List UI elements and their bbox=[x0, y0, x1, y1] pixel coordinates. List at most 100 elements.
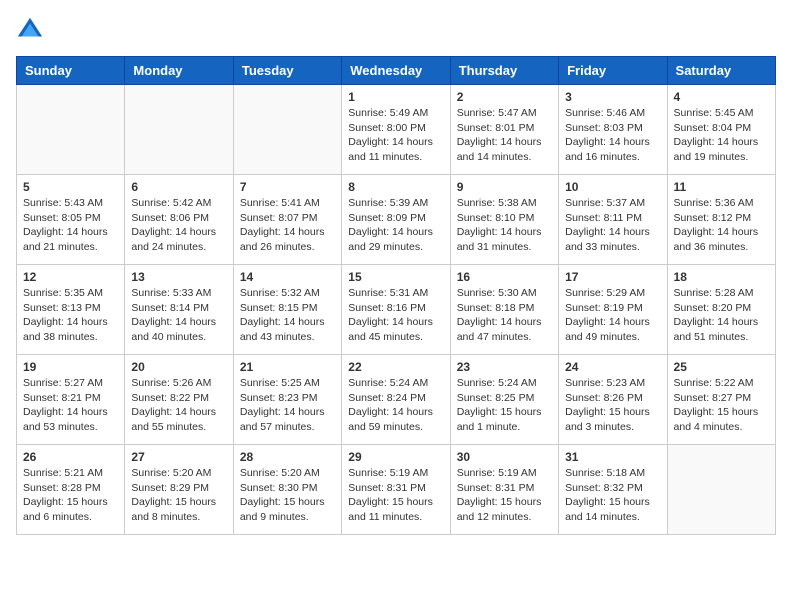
day-info: Sunrise: 5:24 AMSunset: 8:25 PMDaylight:… bbox=[457, 376, 552, 435]
logo-icon bbox=[16, 16, 44, 44]
calendar-row: 26 Sunrise: 5:21 AMSunset: 8:28 PMDayligh… bbox=[17, 445, 776, 535]
calendar-cell bbox=[667, 445, 775, 535]
day-number: 31 bbox=[565, 450, 660, 464]
day-number: 13 bbox=[131, 270, 226, 284]
day-info: Sunrise: 5:36 AMSunset: 8:12 PMDaylight:… bbox=[674, 196, 769, 255]
day-info: Sunrise: 5:18 AMSunset: 8:32 PMDaylight:… bbox=[565, 466, 660, 525]
day-info: Sunrise: 5:49 AMSunset: 8:00 PMDaylight:… bbox=[348, 106, 443, 165]
day-number: 17 bbox=[565, 270, 660, 284]
day-info: Sunrise: 5:38 AMSunset: 8:10 PMDaylight:… bbox=[457, 196, 552, 255]
day-number: 6 bbox=[131, 180, 226, 194]
day-info: Sunrise: 5:45 AMSunset: 8:04 PMDaylight:… bbox=[674, 106, 769, 165]
weekday-header-friday: Friday bbox=[559, 57, 667, 85]
calendar-cell: 2Sunrise: 5:47 AMSunset: 8:01 PMDaylight… bbox=[450, 85, 558, 175]
calendar-cell: 8 Sunrise: 5:39 AMSunset: 8:09 PMDaylight… bbox=[342, 175, 450, 265]
day-number: 12 bbox=[23, 270, 118, 284]
day-info: Sunrise: 5:35 AMSunset: 8:13 PMDaylight:… bbox=[23, 286, 118, 345]
day-info: Sunrise: 5:26 AMSunset: 8:22 PMDaylight:… bbox=[131, 376, 226, 435]
day-number: 9 bbox=[457, 180, 552, 194]
day-number: 25 bbox=[674, 360, 769, 374]
weekday-header-tuesday: Tuesday bbox=[233, 57, 341, 85]
day-number: 22 bbox=[348, 360, 443, 374]
calendar-cell: 12 Sunrise: 5:35 AMSunset: 8:13 PMDayligh… bbox=[17, 265, 125, 355]
calendar-row: 5Sunrise: 5:43 AMSunset: 8:05 PMDaylight… bbox=[17, 175, 776, 265]
day-number: 24 bbox=[565, 360, 660, 374]
day-info: Sunrise: 5:41 AMSunset: 8:07 PMDaylight:… bbox=[240, 196, 335, 255]
day-number: 21 bbox=[240, 360, 335, 374]
calendar-cell: 15 Sunrise: 5:31 AMSunset: 8:16 PMDayligh… bbox=[342, 265, 450, 355]
day-info: Sunrise: 5:19 AMSunset: 8:31 PMDaylight:… bbox=[457, 466, 552, 525]
day-number: 30 bbox=[457, 450, 552, 464]
day-info: Sunrise: 5:20 AMSunset: 8:30 PMDaylight:… bbox=[240, 466, 335, 525]
calendar-cell: 16 Sunrise: 5:30 AMSunset: 8:18 PMDayligh… bbox=[450, 265, 558, 355]
day-info: Sunrise: 5:42 AMSunset: 8:06 PMDaylight:… bbox=[131, 196, 226, 255]
calendar-cell: 6 Sunrise: 5:42 AMSunset: 8:06 PMDaylight… bbox=[125, 175, 233, 265]
calendar-cell: 10 Sunrise: 5:37 AMSunset: 8:11 PMDayligh… bbox=[559, 175, 667, 265]
calendar-cell: 11 Sunrise: 5:36 AMSunset: 8:12 PMDayligh… bbox=[667, 175, 775, 265]
day-info: Sunrise: 5:39 AMSunset: 8:09 PMDaylight:… bbox=[348, 196, 443, 255]
calendar-cell: 1 Sunrise: 5:49 AMSunset: 8:00 PMDaylight… bbox=[342, 85, 450, 175]
logo bbox=[16, 16, 46, 44]
calendar-row: 12 Sunrise: 5:35 AMSunset: 8:13 PMDayligh… bbox=[17, 265, 776, 355]
calendar-cell: 22Sunrise: 5:24 AMSunset: 8:24 PMDayligh… bbox=[342, 355, 450, 445]
weekday-header-sunday: Sunday bbox=[17, 57, 125, 85]
calendar-cell: 27Sunrise: 5:20 AMSunset: 8:29 PMDayligh… bbox=[125, 445, 233, 535]
day-number: 29 bbox=[348, 450, 443, 464]
day-number: 8 bbox=[348, 180, 443, 194]
day-number: 15 bbox=[348, 270, 443, 284]
day-number: 20 bbox=[131, 360, 226, 374]
day-info: Sunrise: 5:25 AMSunset: 8:23 PMDaylight:… bbox=[240, 376, 335, 435]
weekday-header-wednesday: Wednesday bbox=[342, 57, 450, 85]
day-info: Sunrise: 5:32 AMSunset: 8:15 PMDaylight:… bbox=[240, 286, 335, 345]
day-number: 26 bbox=[23, 450, 118, 464]
calendar-cell: 28 Sunrise: 5:20 AMSunset: 8:30 PMDayligh… bbox=[233, 445, 341, 535]
calendar-cell: 5Sunrise: 5:43 AMSunset: 8:05 PMDaylight… bbox=[17, 175, 125, 265]
day-info: Sunrise: 5:33 AMSunset: 8:14 PMDaylight:… bbox=[131, 286, 226, 345]
day-info: Sunrise: 5:19 AMSunset: 8:31 PMDaylight:… bbox=[348, 466, 443, 525]
calendar-cell: 21 Sunrise: 5:25 AMSunset: 8:23 PMDayligh… bbox=[233, 355, 341, 445]
day-number: 14 bbox=[240, 270, 335, 284]
day-info: Sunrise: 5:22 AMSunset: 8:27 PMDaylight:… bbox=[674, 376, 769, 435]
day-number: 10 bbox=[565, 180, 660, 194]
day-info: Sunrise: 5:20 AMSunset: 8:29 PMDaylight:… bbox=[131, 466, 226, 525]
day-info: Sunrise: 5:43 AMSunset: 8:05 PMDaylight:… bbox=[23, 196, 118, 255]
calendar-cell: 24Sunrise: 5:23 AMSunset: 8:26 PMDayligh… bbox=[559, 355, 667, 445]
page-header bbox=[16, 16, 776, 44]
calendar-cell: 3 Sunrise: 5:46 AMSunset: 8:03 PMDaylight… bbox=[559, 85, 667, 175]
weekday-header-monday: Monday bbox=[125, 57, 233, 85]
calendar-cell: 17Sunrise: 5:29 AMSunset: 8:19 PMDayligh… bbox=[559, 265, 667, 355]
calendar-cell: 20 Sunrise: 5:26 AMSunset: 8:22 PMDayligh… bbox=[125, 355, 233, 445]
day-number: 16 bbox=[457, 270, 552, 284]
calendar-cell: 13 Sunrise: 5:33 AMSunset: 8:14 PMDayligh… bbox=[125, 265, 233, 355]
day-number: 3 bbox=[565, 90, 660, 104]
calendar-cell: 29 Sunrise: 5:19 AMSunset: 8:31 PMDayligh… bbox=[342, 445, 450, 535]
weekday-header-saturday: Saturday bbox=[667, 57, 775, 85]
calendar-cell: 26 Sunrise: 5:21 AMSunset: 8:28 PMDayligh… bbox=[17, 445, 125, 535]
day-info: Sunrise: 5:31 AMSunset: 8:16 PMDaylight:… bbox=[348, 286, 443, 345]
calendar-cell: 31 Sunrise: 5:18 AMSunset: 8:32 PMDayligh… bbox=[559, 445, 667, 535]
calendar-row: 19 Sunrise: 5:27 AMSunset: 8:21 PMDayligh… bbox=[17, 355, 776, 445]
weekday-header-thursday: Thursday bbox=[450, 57, 558, 85]
day-info: Sunrise: 5:46 AMSunset: 8:03 PMDaylight:… bbox=[565, 106, 660, 165]
calendar-table: SundayMondayTuesdayWednesdayThursdayFrid… bbox=[16, 56, 776, 535]
calendar-cell bbox=[17, 85, 125, 175]
day-info: Sunrise: 5:27 AMSunset: 8:21 PMDaylight:… bbox=[23, 376, 118, 435]
calendar-cell: 25 Sunrise: 5:22 AMSunset: 8:27 PMDayligh… bbox=[667, 355, 775, 445]
calendar-row: 1 Sunrise: 5:49 AMSunset: 8:00 PMDaylight… bbox=[17, 85, 776, 175]
day-number: 28 bbox=[240, 450, 335, 464]
calendar-cell: 18Sunrise: 5:28 AMSunset: 8:20 PMDayligh… bbox=[667, 265, 775, 355]
day-number: 7 bbox=[240, 180, 335, 194]
day-number: 4 bbox=[674, 90, 769, 104]
calendar-cell: 30 Sunrise: 5:19 AMSunset: 8:31 PMDayligh… bbox=[450, 445, 558, 535]
day-number: 11 bbox=[674, 180, 769, 194]
day-info: Sunrise: 5:21 AMSunset: 8:28 PMDaylight:… bbox=[23, 466, 118, 525]
calendar-cell: 7 Sunrise: 5:41 AMSunset: 8:07 PMDaylight… bbox=[233, 175, 341, 265]
calendar-cell: 4 Sunrise: 5:45 AMSunset: 8:04 PMDaylight… bbox=[667, 85, 775, 175]
day-number: 1 bbox=[348, 90, 443, 104]
calendar-cell bbox=[233, 85, 341, 175]
day-info: Sunrise: 5:37 AMSunset: 8:11 PMDaylight:… bbox=[565, 196, 660, 255]
day-number: 19 bbox=[23, 360, 118, 374]
day-number: 18 bbox=[674, 270, 769, 284]
day-info: Sunrise: 5:30 AMSunset: 8:18 PMDaylight:… bbox=[457, 286, 552, 345]
day-number: 23 bbox=[457, 360, 552, 374]
